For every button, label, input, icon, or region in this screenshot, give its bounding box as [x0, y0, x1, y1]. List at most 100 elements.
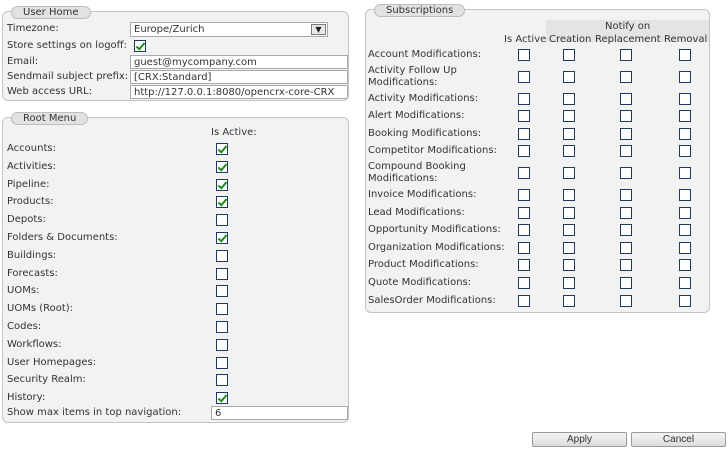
root-menu-item-checkbox[interactable]	[216, 161, 228, 173]
subscription-is-active-checkbox[interactable]	[518, 110, 530, 123]
store-settings-row: Store settings on logoff:	[3, 39, 348, 53]
subscription-removal-checkbox[interactable]	[679, 206, 691, 219]
subscription-is-active-checkbox[interactable]	[518, 189, 530, 201]
subscription-removal-checkbox[interactable]	[679, 189, 691, 201]
subscription-creation-checkbox[interactable]	[563, 277, 575, 289]
subscription-creation-checkbox[interactable]	[563, 294, 575, 307]
subscription-replacement-checkbox[interactable]	[620, 70, 632, 83]
email-field[interactable]	[130, 55, 348, 69]
subscription-replacement-checkbox[interactable]	[620, 241, 632, 254]
subscription-creation-checkbox[interactable]	[563, 49, 575, 61]
subscription-replacement-checkbox[interactable]	[620, 259, 632, 272]
subscription-is-active-checkbox[interactable]	[518, 92, 530, 105]
subscription-creation-checkbox[interactable]	[563, 70, 575, 83]
subscription-removal-checkbox[interactable]	[679, 70, 691, 83]
subscription-is-active-checkbox[interactable]	[518, 277, 530, 289]
subscription-is-active-checkbox[interactable]	[518, 127, 530, 140]
subscription-creation-checkbox[interactable]	[563, 259, 575, 272]
subscription-removal-checkbox[interactable]	[679, 224, 691, 237]
subscription-is-active-checkbox[interactable]	[518, 206, 530, 219]
root-menu-item: Buildings:	[3, 249, 348, 263]
subscription-is-active-checkbox[interactable]	[518, 224, 530, 237]
timezone-row: Timezone: Europe/Zurich ▼	[3, 22, 348, 37]
root-menu-item-checkbox[interactable]	[216, 196, 228, 208]
subscription-row: Competitor Modifications:	[366, 144, 709, 158]
web-access-field[interactable]	[130, 85, 348, 99]
root-menu-item-label: Pipeline:	[7, 179, 50, 190]
subscription-creation-checkbox[interactable]	[563, 110, 575, 123]
subscription-removal-checkbox[interactable]	[679, 92, 691, 105]
root-menu-item-checkbox[interactable]	[216, 303, 228, 315]
user-home-title: User Home	[11, 6, 91, 19]
subscription-removal-checkbox[interactable]	[679, 110, 691, 123]
subscription-replacement-checkbox[interactable]	[620, 92, 632, 105]
subscription-removal-checkbox[interactable]	[679, 167, 691, 179]
cancel-button[interactable]: Cancel	[631, 432, 726, 447]
root-menu-item-checkbox[interactable]	[216, 357, 228, 369]
apply-button[interactable]: Apply	[532, 432, 627, 447]
is-active-header: Is Active:	[211, 127, 257, 138]
subscription-replacement-checkbox[interactable]	[620, 127, 632, 140]
subscription-replacement-checkbox[interactable]	[620, 167, 632, 179]
web-access-row: Web access URL:	[3, 85, 348, 99]
timezone-select[interactable]: Europe/Zurich ▼	[130, 22, 328, 37]
subscription-is-active-checkbox[interactable]	[518, 145, 530, 158]
subscription-replacement-checkbox[interactable]	[620, 189, 632, 201]
subscription-is-active-checkbox[interactable]	[518, 49, 530, 61]
subscription-is-active-checkbox[interactable]	[518, 294, 530, 307]
sendmail-prefix-field[interactable]	[130, 70, 348, 84]
root-menu-item-label: Buildings:	[7, 250, 57, 261]
subscription-replacement-checkbox[interactable]	[620, 224, 632, 237]
root-menu-item: Codes:	[3, 320, 348, 334]
subscription-creation-checkbox[interactable]	[563, 127, 575, 140]
root-menu-item-checkbox[interactable]	[216, 339, 228, 351]
subscription-replacement-checkbox[interactable]	[620, 206, 632, 219]
subscription-removal-checkbox[interactable]	[679, 49, 691, 61]
root-menu-item-checkbox[interactable]	[216, 321, 228, 333]
subscription-row-label: Invoice Modifications:	[368, 189, 477, 200]
subscription-removal-checkbox[interactable]	[679, 277, 691, 289]
subscription-is-active-checkbox[interactable]	[518, 70, 530, 83]
root-menu-item-checkbox[interactable]	[216, 250, 228, 262]
subscription-replacement-checkbox[interactable]	[620, 110, 632, 123]
subscription-replacement-checkbox[interactable]	[620, 277, 632, 289]
subscription-is-active-checkbox[interactable]	[518, 259, 530, 272]
subscription-replacement-checkbox[interactable]	[620, 294, 632, 307]
root-menu-item-checkbox[interactable]	[216, 214, 228, 226]
root-menu-item: UOMs:	[3, 284, 348, 298]
subscription-creation-checkbox[interactable]	[563, 92, 575, 105]
subscription-creation-checkbox[interactable]	[563, 206, 575, 219]
subscription-removal-checkbox[interactable]	[679, 145, 691, 158]
subscription-replacement-checkbox[interactable]	[620, 49, 632, 61]
subscription-row-label: Activity Modifications:	[368, 92, 479, 104]
root-menu-item: Accounts:	[3, 142, 348, 156]
subscription-removal-checkbox[interactable]	[679, 241, 691, 254]
subscription-row-label: Booking Modifications:	[368, 127, 482, 139]
root-menu-item-checkbox[interactable]	[216, 285, 228, 297]
root-menu-item-checkbox[interactable]	[216, 374, 228, 386]
subscription-replacement-checkbox[interactable]	[620, 145, 632, 158]
chevron-down-icon[interactable]: ▼	[311, 24, 326, 35]
root-menu-item-checkbox[interactable]	[216, 392, 228, 404]
subscription-row-label: Opportunity Modifications:	[368, 224, 501, 236]
root-menu-item-checkbox[interactable]	[216, 232, 228, 244]
subscription-removal-checkbox[interactable]	[679, 294, 691, 307]
subscription-removal-checkbox[interactable]	[679, 259, 691, 272]
root-menu-item-checkbox[interactable]	[216, 179, 228, 191]
subscription-removal-checkbox[interactable]	[679, 127, 691, 140]
col-replacement: Replacement	[595, 34, 661, 45]
subscription-is-active-checkbox[interactable]	[518, 167, 530, 179]
subscription-creation-checkbox[interactable]	[563, 224, 575, 237]
root-menu-panel: Root Menu Is Active: Accounts: Activities…	[2, 112, 349, 423]
subscription-is-active-checkbox[interactable]	[518, 241, 530, 254]
root-menu-item-checkbox[interactable]	[216, 143, 228, 155]
max-items-field[interactable]	[211, 406, 348, 420]
store-settings-checkbox[interactable]	[134, 40, 146, 52]
root-menu-item-checkbox[interactable]	[216, 268, 228, 280]
root-menu-item-label: UOMs (Root):	[7, 303, 74, 314]
subscription-creation-checkbox[interactable]	[563, 145, 575, 158]
subscription-creation-checkbox[interactable]	[563, 189, 575, 201]
subscription-creation-checkbox[interactable]	[563, 167, 575, 179]
subscription-creation-checkbox[interactable]	[563, 241, 575, 254]
root-menu-item: Depots:	[3, 213, 348, 227]
